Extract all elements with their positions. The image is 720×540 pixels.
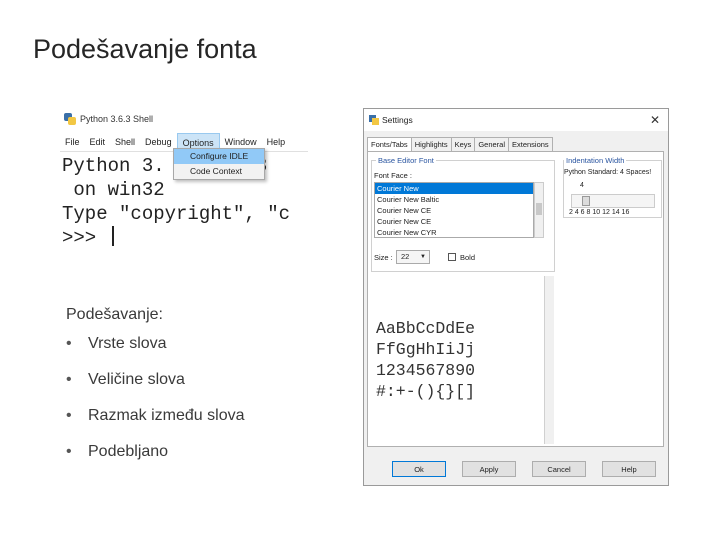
console-prompt: >>> [62, 227, 108, 249]
tab-keys[interactable]: Keys [450, 137, 476, 151]
indent-group-title: Indentation Width [564, 156, 627, 165]
list-item: • Veličine slova [66, 370, 245, 406]
console-prompt-line: >>> [62, 226, 290, 250]
tab-highlights[interactable]: Highlights [410, 137, 452, 151]
bullet-glyph: • [66, 335, 72, 352]
slide-title: Podešavanje fonta [33, 34, 257, 64]
close-icon[interactable]: ✕ [650, 113, 660, 127]
font-group-title: Base Editor Font [376, 156, 436, 165]
python-icon [369, 115, 379, 125]
settings-titlebar: Settings ✕ [364, 109, 668, 131]
bullet-list: • Vrste slova • Veličine slova • Razmak izm… [66, 334, 245, 478]
menu-edit[interactable]: Edit [85, 133, 111, 151]
size-select[interactable]: 22 ▼ [396, 250, 430, 264]
list-item[interactable]: Courier New CYR [375, 227, 533, 237]
list-item: • Vrste slova [66, 334, 245, 370]
menu-debug[interactable]: Debug [140, 133, 177, 151]
list-item[interactable]: Courier New CE [375, 205, 533, 216]
tab-extensions[interactable]: Extensions [508, 137, 553, 151]
bullet-glyph: • [66, 407, 72, 424]
tab-general[interactable]: General [474, 137, 509, 151]
indent-standard-label: Python Standard: 4 Spaces! [564, 169, 652, 176]
console-line: Type "copyright", "c [62, 203, 291, 225]
sample-line: 1234567890 [376, 361, 476, 380]
tab-fonts-tabs[interactable]: Fonts/Tabs [367, 137, 412, 152]
menu-item-code-context[interactable]: Code Context [174, 164, 264, 179]
sample-line: FfGgHhIiJj [376, 340, 476, 359]
bullet-text: Vrste slova [88, 335, 167, 352]
font-face-list[interactable]: Courier New Courier New Baltic Courier N… [374, 182, 534, 238]
shell-window-title: Python 3.6.3 Shell [80, 114, 154, 124]
list-item: • Podebljano [66, 442, 245, 478]
indent-value: 4 [580, 182, 584, 189]
bullet-glyph: • [66, 443, 72, 460]
font-face-label: Font Face : [374, 171, 412, 180]
settings-tabs: Fonts/Tabs Highlights Keys General Exten… [367, 137, 553, 152]
size-label: Size : [374, 253, 393, 262]
options-dropdown: Configure IDLE Code Context [173, 148, 265, 180]
python-icon [64, 113, 76, 125]
help-button[interactable]: Help [602, 461, 656, 477]
font-list-scrollbar[interactable] [534, 182, 544, 238]
menu-file[interactable]: File [60, 133, 85, 151]
dialog-buttons: Ok Apply Cancel Help [392, 461, 656, 477]
indent-ticks: 2 4 6 8 10 12 14 16 [569, 209, 630, 216]
shell-titlebar: Python 3.6.3 Shell [60, 106, 308, 132]
bullet-text: Razmak između slova [88, 407, 245, 424]
slider-thumb[interactable] [582, 196, 590, 206]
intro-text: Podešavanje: [66, 306, 163, 323]
menu-help[interactable]: Help [262, 133, 291, 151]
list-item[interactable]: Courier New [375, 183, 533, 194]
bullet-text: Veličine slova [88, 371, 185, 388]
ok-button[interactable]: Ok [392, 461, 446, 477]
size-value: 22 [401, 252, 410, 261]
sample-line: #:+-(){}[] [376, 382, 476, 401]
indent-slider[interactable] [571, 194, 655, 208]
cancel-button[interactable]: Cancel [532, 461, 586, 477]
bullet-text: Podebljano [88, 443, 169, 460]
fonts-tab-pane: Base Editor Font Font Face : Courier New… [367, 151, 664, 447]
menu-item-configure-idle[interactable]: Configure IDLE [174, 149, 264, 164]
bold-checkbox[interactable] [448, 253, 456, 261]
sample-line: AaBbCcDdEe [376, 319, 476, 338]
bullet-glyph: • [66, 371, 72, 388]
text-caret [111, 226, 114, 246]
menu-shell[interactable]: Shell [110, 133, 140, 151]
scrollbar-thumb[interactable] [536, 203, 542, 215]
settings-window-title: Settings [382, 115, 413, 125]
chevron-down-icon: ▼ [420, 254, 426, 260]
list-item[interactable]: Courier New CE [375, 216, 533, 227]
sample-scrollbar[interactable] [544, 276, 554, 444]
list-item[interactable]: Courier New Baltic [375, 194, 533, 205]
list-item: • Razmak između slova [66, 406, 245, 442]
apply-button[interactable]: Apply [462, 461, 516, 477]
bold-label: Bold [460, 253, 476, 262]
settings-dialog: Settings ✕ Fonts/Tabs Highlights Keys Ge… [363, 108, 669, 486]
font-sample: AaBbCcDdEe FfGgHhIiJj 1234567890 #:+-(){}[] [376, 318, 475, 402]
console-line: on win32 [62, 179, 165, 201]
